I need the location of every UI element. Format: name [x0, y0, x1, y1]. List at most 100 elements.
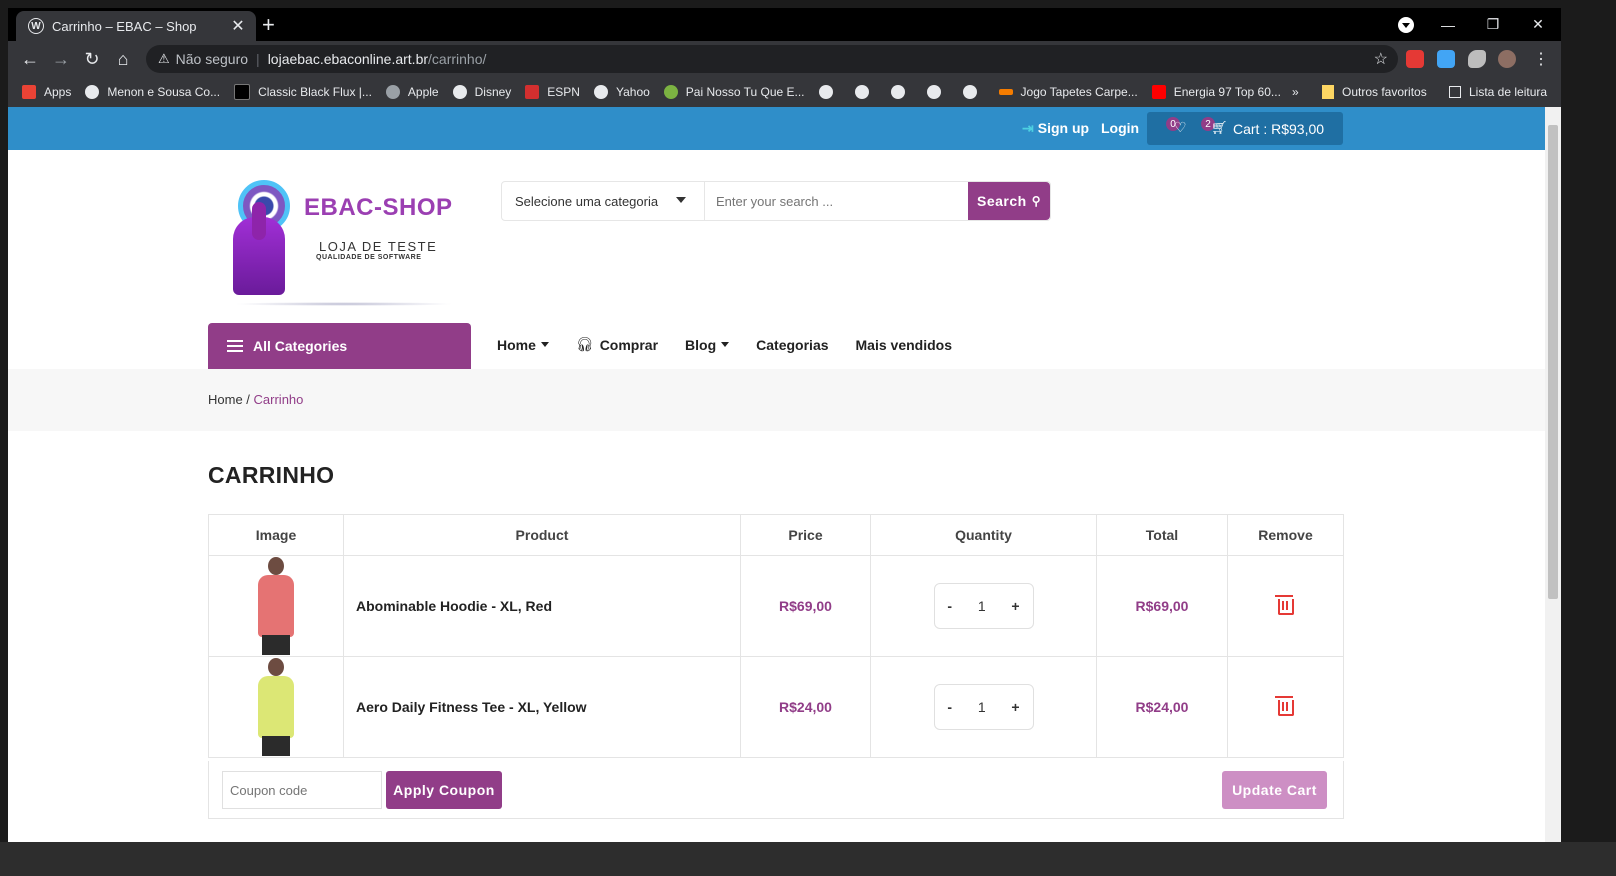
reading-list-icon — [1449, 86, 1461, 98]
cart-icon: 🛒︎ — [1211, 120, 1228, 135]
line-total: R$69,00 — [1096, 555, 1228, 657]
bookmark-globe-4[interactable] — [926, 85, 949, 99]
bookmark-apps[interactable]: Apps — [22, 85, 71, 99]
bookmark-globe-2[interactable] — [854, 85, 877, 99]
qty-minus-button[interactable]: - — [947, 699, 952, 715]
tab-title: Carrinho – EBAC – Shop — [52, 18, 197, 34]
scrollbar-thumb[interactable] — [1548, 125, 1558, 599]
brand-subtagline: QUALIDADE DE SOFTWARE — [316, 254, 422, 261]
warning-icon[interactable]: ⚠ — [158, 51, 170, 67]
bookmark-energia[interactable]: Energia 97 Top 60... — [1151, 85, 1281, 99]
search-form: Selecione uma categoria Search ⚲ — [501, 181, 1051, 221]
bookmark-yahoo[interactable]: Yahoo — [593, 85, 650, 99]
apply-coupon-button[interactable]: Apply Coupon — [386, 771, 502, 809]
quantity-stepper: - 1 + — [933, 583, 1034, 629]
qty-plus-button[interactable]: + — [1011, 598, 1019, 614]
qty-value[interactable]: 1 — [978, 699, 986, 715]
cart-table: Image Product Price Quantity Total Remov… — [208, 514, 1344, 758]
bookmark-espn[interactable]: ESPN — [525, 85, 580, 99]
all-categories-button[interactable]: All Categories — [208, 323, 471, 369]
update-cart-button[interactable]: Update Cart — [1222, 771, 1327, 809]
remove-cell — [1227, 656, 1344, 758]
flux-icon — [234, 84, 251, 100]
restore-icon[interactable]: ❐ — [1471, 8, 1515, 41]
puzzle-icon[interactable] — [1468, 50, 1486, 68]
bookmark-pai-nosso[interactable]: Pai Nosso Tu Que E... — [663, 85, 805, 99]
other-favorites[interactable]: Outros favoritos — [1322, 85, 1427, 99]
qty-value[interactable]: 1 — [978, 598, 986, 614]
nav-home[interactable]: Home — [497, 336, 549, 353]
trash-icon[interactable] — [1274, 594, 1294, 615]
tab-close-icon[interactable]: ✕ — [226, 16, 250, 36]
coupon-input[interactable] — [222, 771, 382, 809]
bookmark-disney[interactable]: Disney — [452, 85, 511, 99]
logo-shadow — [234, 302, 454, 306]
bookmark-apple[interactable]: Apple — [385, 85, 439, 99]
bookmark-star-icon[interactable]: ☆ — [1374, 49, 1388, 69]
header-price: Price — [740, 514, 871, 556]
chevron-down-icon — [676, 197, 686, 203]
browser-menu-icon[interactable]: ⋮ — [1529, 47, 1553, 71]
trash-icon[interactable] — [1274, 695, 1294, 716]
quantity-cell: - 1 + — [870, 555, 1097, 657]
bookmark-globe-1[interactable] — [818, 85, 841, 99]
header-remove: Remove — [1227, 514, 1344, 556]
qty-minus-button[interactable]: - — [947, 598, 952, 614]
nav-categorias[interactable]: Categorias — [756, 336, 828, 353]
headset-icon: 🎧︎ — [575, 336, 594, 352]
quantity-cell: - 1 + — [870, 656, 1097, 758]
nav-comprar[interactable]: 🎧︎ Comprar — [576, 336, 658, 353]
new-tab-button[interactable]: + — [262, 14, 275, 36]
product-name[interactable]: Aero Daily Fitness Tee - XL, Yellow — [343, 656, 741, 758]
avatar[interactable] — [1498, 50, 1516, 68]
bookmark-jogo-tapetes[interactable]: Jogo Tapetes Carpe... — [998, 85, 1138, 99]
breadcrumb-bar: Home / Carrinho — [8, 369, 1545, 431]
category-select[interactable]: Selecione uma categoria — [502, 182, 705, 220]
back-icon[interactable]: ← — [18, 47, 42, 71]
product-image[interactable] — [208, 656, 344, 758]
bookmark-globe-5[interactable] — [962, 85, 985, 99]
heart-icon[interactable]: ♡ — [1174, 119, 1187, 136]
cloud-extension-icon[interactable] — [1437, 50, 1455, 68]
bookmark-classic-black[interactable]: Classic Black Flux |... — [234, 84, 372, 100]
bookmarks-overflow[interactable]: » — [1292, 85, 1299, 99]
forward-icon[interactable]: → — [49, 47, 73, 71]
globe-icon — [962, 85, 977, 99]
url-path: /carrinho/ — [428, 51, 487, 67]
breadcrumb-home[interactable]: Home — [208, 392, 243, 407]
url-separator: | — [256, 51, 260, 67]
cart-summary[interactable]: 0 ♡ 2 🛒︎ Cart : R$93,00 — [1147, 112, 1343, 145]
signup-link[interactable]: ⇥ Sign up — [1022, 120, 1089, 137]
profile-menu-icon[interactable] — [1398, 17, 1414, 33]
brand-tagline: LOJA DE TESTE — [319, 239, 438, 254]
main-menu: Home 🎧︎ Comprar Blog Categorias Mais vend… — [497, 336, 979, 353]
page-scrollbar[interactable] — [1545, 107, 1561, 876]
carpet-icon — [998, 89, 1013, 95]
extension-icon[interactable] — [1406, 50, 1424, 68]
header-quantity: Quantity — [870, 514, 1097, 556]
minimize-icon[interactable]: — — [1426, 8, 1470, 41]
window-close-icon[interactable]: ✕ — [1516, 8, 1560, 41]
product-image[interactable] — [208, 555, 344, 657]
bookmark-globe-3[interactable] — [890, 85, 913, 99]
reload-icon[interactable]: ↻ — [80, 47, 104, 71]
header-image: Image — [208, 514, 344, 556]
search-input[interactable] — [705, 182, 968, 220]
home-icon[interactable]: ⌂ — [111, 47, 135, 71]
reading-list[interactable]: Lista de leitura — [1449, 85, 1547, 99]
table-row: Abominable Hoodie - XL, Red R$69,00 - 1 … — [208, 555, 1344, 657]
qty-plus-button[interactable]: + — [1011, 699, 1019, 715]
web-page: ⇥ Sign up Login 0 ♡ 2 🛒︎ Cart : R$93,00 E… — [8, 107, 1545, 876]
bookmark-menon[interactable]: Menon e Sousa Co... — [85, 85, 220, 99]
login-link[interactable]: Login — [1101, 120, 1139, 136]
breadcrumb-separator: / — [242, 392, 254, 407]
address-bar[interactable]: ⚠ Não seguro | lojaebac.ebaconline.art.b… — [146, 45, 1398, 73]
nav-mais-vendidos[interactable]: Mais vendidos — [856, 336, 952, 353]
breadcrumb-current: Carrinho — [253, 392, 304, 407]
search-button[interactable]: Search ⚲ — [968, 182, 1050, 220]
nav-blog[interactable]: Blog — [685, 336, 730, 353]
top-bar: ⇥ Sign up Login 0 ♡ 2 🛒︎ Cart : R$93,00 — [8, 107, 1545, 150]
globe-icon — [818, 85, 833, 99]
browser-tab[interactable]: W Carrinho – EBAC – Shop ✕ — [16, 11, 256, 41]
product-name[interactable]: Abominable Hoodie - XL, Red — [343, 555, 741, 657]
